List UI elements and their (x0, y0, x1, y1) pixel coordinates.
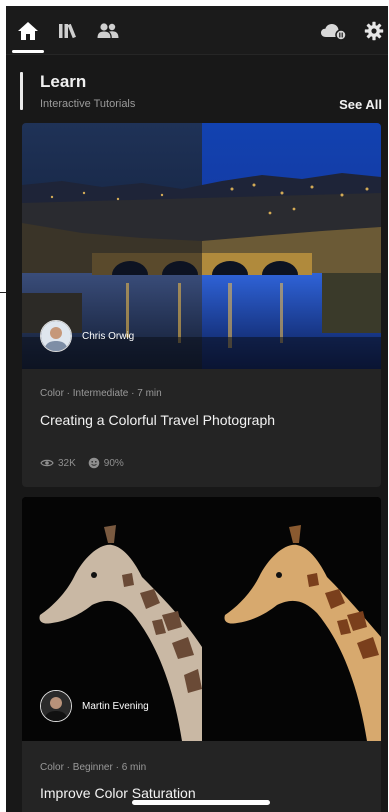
views-stat: 32K (40, 458, 76, 469)
cloud-sync-icon[interactable] (320, 20, 348, 42)
active-tab-indicator (12, 50, 44, 53)
tutorial-card[interactable]: Chris Orwig Color · Intermediate · 7 min… (22, 123, 381, 487)
top-nav-bar (6, 6, 388, 55)
eye-icon (40, 459, 54, 467)
author-chip[interactable]: Chris Orwig (40, 320, 134, 352)
avatar (40, 320, 72, 352)
author-name: Chris Orwig (82, 330, 135, 342)
section-subtitle: Interactive Tutorials (40, 98, 136, 110)
tutorial-title: Creating a Colorful Travel Photograph (40, 412, 276, 428)
smiley-icon (88, 457, 100, 469)
tutorial-meta: Color · Beginner · 6 min (40, 762, 147, 773)
section-title: Learn (40, 72, 87, 91)
library-icon[interactable] (56, 20, 80, 42)
rating-stat: 90% (88, 457, 124, 469)
gear-icon[interactable] (362, 20, 386, 42)
app-screen: Learn Interactive Tutorials See All Chri… (6, 6, 388, 812)
tutorial-stats: 32K 90% (40, 457, 136, 469)
tutorial-title: Improve Color Saturation (40, 785, 196, 801)
avatar (40, 690, 72, 722)
home-icon[interactable] (16, 20, 40, 42)
section-accent-bar (20, 72, 23, 110)
tutorial-meta: Color · Intermediate · 7 min (40, 388, 162, 399)
views-count: 32K (58, 457, 76, 469)
home-indicator[interactable] (132, 800, 270, 805)
author-chip[interactable]: Martin Evening (40, 690, 149, 722)
rating-value: 90% (103, 457, 124, 469)
learn-section-header: Learn Interactive Tutorials See All (20, 72, 382, 116)
tutorial-card[interactable]: Martin Evening Color · Beginner · 6 min … (22, 497, 381, 812)
people-icon[interactable] (96, 20, 120, 42)
author-name: Martin Evening (82, 700, 149, 712)
see-all-button[interactable]: See All (339, 97, 382, 112)
